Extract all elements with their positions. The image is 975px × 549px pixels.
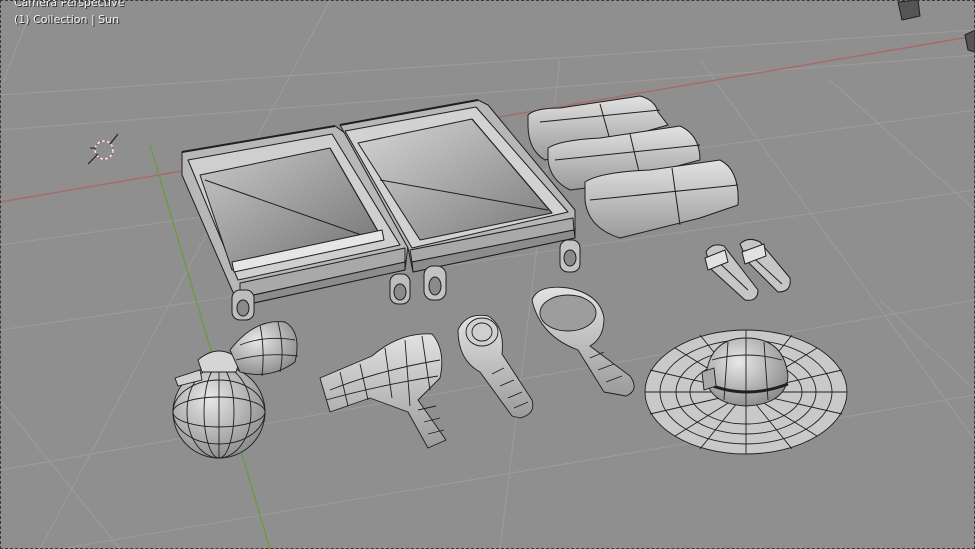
camera-object-icon[interactable] [897,0,975,53]
brush-mesh[interactable] [457,314,534,419]
bottle-mesh[interactable] [172,321,299,459]
viewport-view-name: Camera Perspective [14,0,125,9]
viewport-scene-info: (1) Collection | Sun [14,13,120,26]
sandals-mesh[interactable] [704,238,791,301]
3d-viewport[interactable]: Camera Perspective (1) Collection | Sun [0,0,975,549]
mirror-mesh[interactable] [531,286,635,397]
suitcase-mesh[interactable] [181,99,581,321]
hat-mesh[interactable] [644,329,848,455]
sun-light-icon[interactable] [87,133,119,165]
dryer-mesh[interactable] [319,333,447,449]
viewport-scene[interactable] [0,0,975,549]
floor-grid [0,0,975,549]
